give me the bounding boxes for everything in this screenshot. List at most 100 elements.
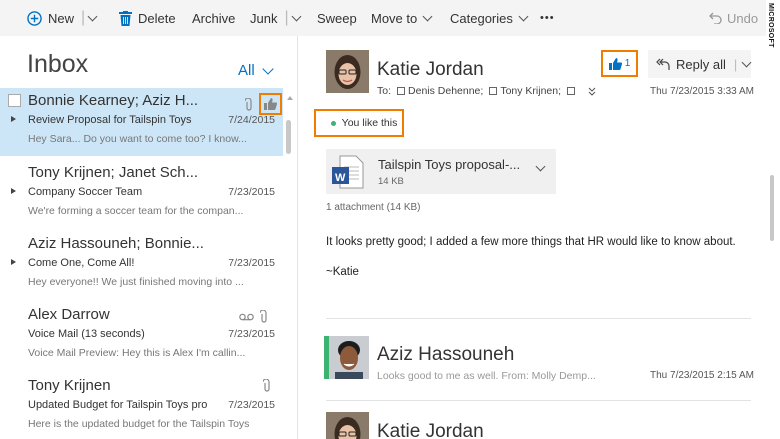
plus-circle-icon — [27, 10, 42, 26]
voicemail-icon — [239, 313, 254, 320]
contact-checkbox-icon — [567, 87, 576, 95]
like-indicator[interactable] — [259, 93, 282, 115]
message-from: Alex Darrow — [28, 306, 110, 323]
recipient[interactable]: Tony Krijnen; — [500, 85, 561, 97]
expand-thread-icon[interactable] — [11, 188, 16, 194]
message-preview: Hey Sara... Do you want to come too? I k… — [28, 133, 247, 145]
attachment-name: Tailspin Toys proposal-... — [378, 157, 521, 172]
move-to-label: Move to — [371, 10, 418, 26]
chevron-down-icon[interactable] — [87, 11, 98, 21]
reply-all-label: Reply all — [676, 56, 726, 72]
chevron-down-icon[interactable] — [535, 161, 546, 172]
contact-checkbox-icon — [489, 87, 498, 95]
message-list-item[interactable]: Aziz Hassouneh; Bonnie... Come One, Come… — [0, 231, 283, 299]
sender-avatar[interactable] — [326, 50, 369, 93]
message-date: 7/23/2015 — [228, 399, 275, 411]
message-list-scrollbar[interactable] — [286, 120, 291, 154]
thread-preview: Looks good to me as well. From: Molly De… — [377, 370, 596, 382]
watermark-text: MICROSOFT — [767, 3, 774, 48]
delete-label: Delete — [138, 10, 176, 26]
expand-recipients-icon[interactable] — [588, 87, 596, 96]
folder-title: Inbox — [27, 50, 89, 78]
message-from: Tony Krijnen — [28, 377, 111, 394]
filter-label: All — [238, 62, 255, 79]
message-date: Thu 7/23/2015 3:33 AM — [650, 86, 754, 97]
attachment-card[interactable]: W Tailspin Toys proposal-... 14 KB — [326, 149, 556, 194]
contact-checkbox-icon — [397, 87, 406, 95]
reading-pane-scrollbar[interactable] — [770, 175, 774, 241]
avatar-photo — [326, 50, 369, 93]
message-icons — [239, 310, 268, 323]
reply-all-icon — [656, 58, 670, 70]
categories-button[interactable]: Categories — [450, 0, 529, 36]
recipients-line: To: Denis Dehenne; Tony Krijnen; — [377, 85, 596, 97]
message-list-item[interactable]: Tony Krijnen; Janet Sch... Company Socce… — [0, 160, 283, 228]
message-preview: We're forming a soccer team for the comp… — [28, 205, 244, 217]
select-checkbox[interactable] — [8, 94, 21, 107]
thread-sender-avatar[interactable] — [329, 336, 369, 379]
new-button[interactable]: New | — [27, 0, 98, 36]
thread-sender-avatar[interactable] — [326, 412, 369, 439]
expand-thread-icon[interactable] — [11, 116, 16, 122]
sweep-button[interactable]: Sweep — [317, 0, 357, 36]
you-like-this-indicator: You like this — [314, 109, 404, 137]
message-icons — [245, 93, 282, 115]
message-date: 7/23/2015 — [228, 328, 275, 340]
message-subject: Voice Mail (13 seconds) — [28, 328, 145, 340]
message-list-item[interactable]: Alex Darrow Voice Mail (13 seconds) 7/23… — [0, 302, 283, 370]
thread-sender-name[interactable]: Katie Jordan — [377, 421, 484, 439]
message-from: Bonnie Kearney; Aziz H... — [28, 92, 199, 109]
chevron-down-icon[interactable] — [291, 11, 302, 21]
message-date: 7/24/2015 — [228, 114, 275, 126]
reading-pane: Katie Jordan To: Denis Dehenne; Tony Kri… — [299, 36, 766, 439]
more-icon: ••• — [540, 12, 555, 24]
more-actions-button[interactable]: ••• — [540, 0, 555, 36]
sender-name[interactable]: Katie Jordan — [377, 59, 484, 81]
message-date: 7/23/2015 — [228, 186, 275, 198]
paperclip-icon — [263, 379, 270, 392]
scroll-up-arrow-icon[interactable] — [287, 96, 293, 100]
chevron-down-icon[interactable] — [741, 57, 752, 67]
undo-label: Undo — [727, 10, 759, 26]
message-from: Tony Krijnen; Janet Sch... — [28, 164, 199, 181]
command-toolbar: New | Delete Archive Junk | Sweep Move t… — [0, 0, 766, 36]
thumbs-up-icon — [608, 57, 622, 70]
you-like-label: You like this — [341, 117, 398, 129]
like-status-dot — [330, 120, 336, 126]
thread-sender-name[interactable]: Aziz Hassouneh — [377, 344, 514, 366]
recipient[interactable]: Denis Dehenne; — [408, 85, 483, 97]
thread-date: Thu 7/23/2015 2:15 AM — [650, 370, 754, 381]
undo-button[interactable]: Undo — [709, 0, 758, 36]
message-body: It looks pretty good; I added a few more… — [326, 236, 736, 248]
paperclip-icon — [245, 97, 252, 111]
reply-all-button[interactable]: Reply all | — [648, 50, 752, 78]
message-list-item[interactable]: Tony Krijnen Updated Budget for Tailspin… — [0, 373, 283, 439]
move-to-button[interactable]: Move to — [371, 0, 433, 36]
junk-label: Junk — [250, 10, 278, 26]
toolbar-separator: | — [81, 9, 86, 26]
message-subject: Review Proposal for Tailspin Toys — [28, 114, 192, 126]
like-count: 1 — [624, 58, 631, 69]
watermark: MICROSOFT — [766, 0, 780, 80]
reply-separator: | — [733, 56, 738, 72]
like-button[interactable]: 1 — [601, 50, 638, 77]
chevron-down-icon — [262, 62, 274, 75]
avatar-photo — [329, 336, 369, 379]
chevron-down-icon — [518, 11, 529, 21]
archive-button[interactable]: Archive — [192, 0, 235, 36]
message-preview: Voice Mail Preview: Hey this is Alex I'm… — [28, 347, 246, 359]
message-list-item[interactable]: Bonnie Kearney; Aziz H... Review Proposa… — [0, 88, 283, 156]
avatar-photo — [326, 412, 369, 439]
undo-icon — [709, 12, 722, 24]
attachment-count: 1 attachment (14 KB) — [326, 202, 421, 213]
categories-label: Categories — [450, 10, 513, 26]
delete-button[interactable]: Delete — [119, 0, 176, 36]
expand-thread-icon[interactable] — [11, 259, 16, 265]
toolbar-separator: | — [284, 9, 289, 26]
new-label: New — [48, 10, 75, 26]
archive-label: Archive — [192, 10, 236, 26]
junk-button[interactable]: Junk | — [250, 0, 302, 36]
chevron-down-icon — [422, 11, 433, 21]
paperclip-icon — [260, 310, 267, 323]
filter-dropdown[interactable]: All — [238, 62, 274, 79]
